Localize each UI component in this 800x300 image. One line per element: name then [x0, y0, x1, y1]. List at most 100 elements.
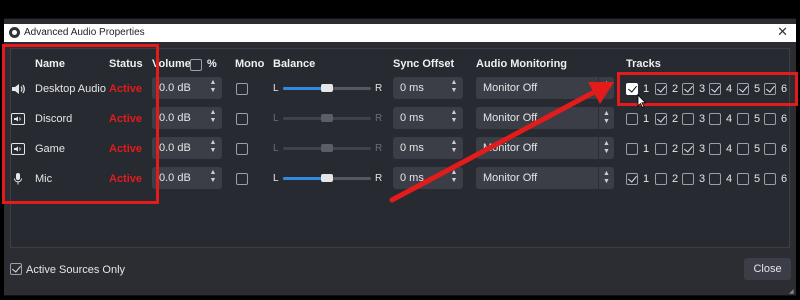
- sync-offset-spinbox[interactable]: 0 ms ▲ ▼: [393, 137, 463, 159]
- window-title: Advanced Audio Properties: [24, 27, 145, 38]
- volume-value: 0.0 dB: [159, 142, 191, 154]
- track-2-label: 2: [672, 113, 679, 125]
- spin-arrows-icon[interactable]: ▲ ▼: [208, 109, 218, 127]
- track-6-checkbox[interactable]: [764, 143, 776, 155]
- balance-right-label: R: [375, 83, 383, 94]
- track-3-checkbox[interactable]: [682, 173, 694, 185]
- close-button[interactable]: Close: [744, 258, 791, 280]
- sync-offset-spinbox[interactable]: 0 ms ▲ ▼: [393, 167, 463, 189]
- volume-value: 0.0 dB: [159, 82, 191, 94]
- track-2-label: 2: [672, 143, 679, 155]
- track-1-label: 1: [643, 173, 650, 185]
- track-4-label: 4: [726, 143, 733, 155]
- balance-slider[interactable]: [283, 82, 371, 94]
- audio-monitoring-dropdown[interactable]: Monitor Off ▲ ▼: [476, 137, 614, 159]
- volume-percent-checkbox[interactable]: [190, 59, 202, 71]
- track-5-checkbox[interactable]: [737, 143, 749, 155]
- mono-checkbox[interactable]: [236, 173, 248, 185]
- balance-right-label: R: [375, 113, 383, 124]
- sync-offset-value: 0 ms: [400, 142, 424, 154]
- sync-offset-spinbox[interactable]: 0 ms ▲ ▼: [393, 107, 463, 129]
- track-4-label: 4: [726, 113, 733, 125]
- balance-right-label: R: [375, 173, 383, 184]
- active-sources-only-checkbox[interactable]: [10, 263, 22, 275]
- balance-left-label: L: [273, 143, 279, 154]
- balance-left-label: L: [273, 83, 279, 94]
- chevron-updown-icon[interactable]: ▲ ▼: [598, 137, 614, 159]
- chevron-updown-icon[interactable]: ▲ ▼: [598, 167, 614, 189]
- audio-monitoring-value: Monitor Off: [483, 142, 538, 154]
- track-4-checkbox[interactable]: [709, 173, 721, 185]
- volume-value: 0.0 dB: [159, 112, 191, 124]
- sync-offset-spinbox[interactable]: 0 ms ▲ ▼: [393, 77, 463, 99]
- track-1-label: 1: [643, 143, 650, 155]
- header-mono: Mono: [235, 58, 265, 70]
- balance-slider[interactable]: [283, 172, 371, 184]
- window-close-button[interactable]: ✕: [777, 25, 788, 39]
- resize-grip-icon[interactable]: ◢: [789, 288, 795, 295]
- header-balance: Balance: [273, 58, 316, 70]
- spin-arrows-icon[interactable]: ▲ ▼: [449, 169, 459, 187]
- window-titlebar: Advanced Audio Properties ✕: [4, 24, 796, 42]
- audio-monitoring-value: Monitor Off: [483, 112, 538, 124]
- spin-arrows-icon[interactable]: ▲ ▼: [449, 109, 459, 127]
- balance-left-label: L: [273, 173, 279, 184]
- annotation-box-sources: [2, 44, 159, 204]
- sync-offset-value: 0 ms: [400, 82, 424, 94]
- track-5-label: 5: [754, 143, 761, 155]
- spin-arrows-icon[interactable]: ▲ ▼: [208, 79, 218, 97]
- bottom-black-border: [0, 296, 800, 300]
- audio-monitoring-dropdown[interactable]: Monitor Off ▲ ▼: [476, 77, 614, 99]
- track-1-checkbox[interactable]: [626, 173, 638, 185]
- track-4-checkbox[interactable]: [709, 143, 721, 155]
- sync-offset-value: 0 ms: [400, 112, 424, 124]
- track-1-label: 1: [643, 113, 650, 125]
- volume-spinbox[interactable]: 0.0 dB ▲ ▼: [152, 137, 222, 159]
- track-5-label: 5: [754, 113, 761, 125]
- audio-monitoring-dropdown[interactable]: Monitor Off ▲ ▼: [476, 167, 614, 189]
- spin-arrows-icon[interactable]: ▲ ▼: [449, 139, 459, 157]
- track-6-checkbox[interactable]: [764, 113, 776, 125]
- volume-spinbox[interactable]: 0.0 dB ▲ ▼: [152, 107, 222, 129]
- track-1-checkbox[interactable]: [626, 113, 638, 125]
- track-3-label: 3: [699, 173, 706, 185]
- balance-slider: [283, 142, 371, 154]
- chevron-updown-icon[interactable]: ▲ ▼: [598, 77, 614, 99]
- volume-spinbox[interactable]: 0.0 dB ▲ ▼: [152, 167, 222, 189]
- mouse-cursor-icon: [637, 94, 647, 108]
- sync-offset-value: 0 ms: [400, 172, 424, 184]
- balance-right-label: R: [375, 143, 383, 154]
- track-5-checkbox[interactable]: [737, 173, 749, 185]
- track-3-checkbox[interactable]: [682, 143, 694, 155]
- track-5-checkbox[interactable]: [737, 113, 749, 125]
- volume-spinbox[interactable]: 0.0 dB ▲ ▼: [152, 77, 222, 99]
- track-4-label: 4: [726, 173, 733, 185]
- volume-value: 0.0 dB: [159, 172, 191, 184]
- spin-arrows-icon[interactable]: ▲ ▼: [208, 139, 218, 157]
- track-6-label: 6: [781, 113, 788, 125]
- track-4-checkbox[interactable]: [709, 113, 721, 125]
- track-2-checkbox[interactable]: [655, 113, 667, 125]
- header-audio-monitoring: Audio Monitoring: [476, 58, 568, 70]
- track-2-label: 2: [672, 173, 679, 185]
- mono-checkbox[interactable]: [236, 143, 248, 155]
- track-3-checkbox[interactable]: [682, 113, 694, 125]
- spin-arrows-icon[interactable]: ▲ ▼: [449, 79, 459, 97]
- audio-monitoring-value: Monitor Off: [483, 82, 538, 94]
- header-sync-offset: Sync Offset: [393, 58, 455, 70]
- balance-left-label: L: [273, 113, 279, 124]
- active-sources-only-label: Active Sources Only: [26, 264, 126, 276]
- track-2-checkbox[interactable]: [655, 173, 667, 185]
- audio-monitoring-value: Monitor Off: [483, 172, 538, 184]
- mono-checkbox[interactable]: [236, 83, 248, 95]
- track-2-checkbox[interactable]: [655, 143, 667, 155]
- mono-checkbox[interactable]: [236, 113, 248, 125]
- track-1-checkbox[interactable]: [626, 143, 638, 155]
- chevron-updown-icon[interactable]: ▲ ▼: [598, 107, 614, 129]
- spin-arrows-icon[interactable]: ▲ ▼: [208, 169, 218, 187]
- track-6-checkbox[interactable]: [764, 173, 776, 185]
- audio-monitoring-dropdown[interactable]: Monitor Off ▲ ▼: [476, 107, 614, 129]
- track-5-label: 5: [754, 173, 761, 185]
- right-black-border: [796, 18, 800, 296]
- obs-logo-icon: [9, 27, 20, 38]
